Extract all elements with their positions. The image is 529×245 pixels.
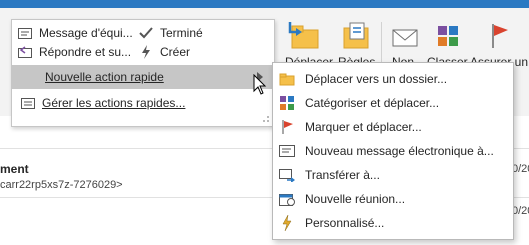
menu-item-label: Gérer les actions rapides... bbox=[42, 96, 186, 110]
list-item[interactable]: ment carr22rp5xs7z-7276029> bbox=[0, 162, 280, 196]
envelope-icon bbox=[392, 29, 418, 47]
flag-icon bbox=[492, 24, 508, 48]
submenu-item-label: Déplacer vers un dossier... bbox=[305, 72, 448, 86]
quick-step-label: Répondre et su... bbox=[39, 45, 132, 59]
new-message-icon bbox=[279, 143, 295, 159]
quick-step-termine[interactable]: Terminé bbox=[138, 24, 203, 42]
quick-step-creer[interactable]: Créer bbox=[138, 43, 190, 61]
submenu-item-marquer-deplacer[interactable]: Marquer et déplacer... bbox=[273, 115, 513, 139]
lightning-icon bbox=[279, 215, 295, 231]
checkmark-icon bbox=[138, 26, 154, 40]
menu-item-gerer-actions-rapides[interactable]: Gérer les actions rapides... bbox=[20, 94, 185, 112]
menu-item-label: Nouvelle action rapide bbox=[45, 70, 164, 84]
quick-step-label: Message d'équi... bbox=[39, 26, 133, 40]
menu-item-nouvelle-action-rapide[interactable]: Nouvelle action rapide bbox=[45, 68, 164, 86]
lightning-icon bbox=[138, 45, 154, 59]
manage-quick-steps-icon bbox=[20, 96, 36, 110]
quick-step-message-equipe[interactable]: Message d'équi... bbox=[17, 24, 133, 42]
message-date: 0/20 bbox=[512, 205, 529, 217]
submenu-item-personnalise[interactable]: Personnalisé... bbox=[273, 211, 513, 235]
meeting-icon bbox=[279, 191, 295, 207]
submenu-item-categoriser-deplacer[interactable]: Catégoriser et déplacer... bbox=[273, 91, 513, 115]
submenu-item-transferer[interactable]: Transférer à... bbox=[273, 163, 513, 187]
mouse-cursor-icon bbox=[253, 74, 267, 95]
submenu-item-label: Catégoriser et déplacer... bbox=[305, 96, 440, 110]
quick-step-label: Créer bbox=[160, 45, 191, 59]
submenu-item-label: Nouveau message électronique à... bbox=[305, 144, 494, 158]
submenu-item-label: Nouvelle réunion... bbox=[305, 192, 406, 206]
title-bar-strip bbox=[0, 0, 529, 8]
message-date: 0/20 bbox=[512, 163, 529, 175]
submenu-item-label: Personnalisé... bbox=[305, 216, 385, 230]
new-quick-step-submenu: Déplacer vers un dossier... Catégoriser … bbox=[272, 62, 514, 240]
reply-delete-icon bbox=[17, 45, 33, 59]
submenu-item-label: Transférer à... bbox=[305, 168, 380, 182]
folder-icon bbox=[279, 71, 295, 87]
submenu-item-deplacer-dossier[interactable]: Déplacer vers un dossier... bbox=[273, 67, 513, 91]
quick-steps-panel: Message d'équi... Terminé Répondre et su… bbox=[11, 19, 275, 127]
submenu-item-nouvelle-reunion[interactable]: Nouvelle réunion... bbox=[273, 187, 513, 211]
quick-step-label: Terminé bbox=[160, 26, 203, 40]
submenu-item-label: Marquer et déplacer... bbox=[305, 120, 422, 134]
forward-icon bbox=[279, 167, 295, 183]
rules-icon bbox=[343, 22, 369, 49]
categorize-icon bbox=[279, 95, 295, 111]
submenu-item-nouveau-message[interactable]: Nouveau message électronique à... bbox=[273, 139, 513, 163]
categorize-icon bbox=[438, 26, 458, 46]
resize-grip-icon bbox=[263, 116, 269, 122]
message-subject: ment bbox=[0, 162, 29, 176]
message-icon bbox=[17, 26, 33, 40]
flag-icon bbox=[279, 119, 295, 135]
move-folder-icon bbox=[288, 22, 319, 49]
message-preview: carr22rp5xs7z-7276029> bbox=[0, 179, 123, 191]
quick-step-repondre[interactable]: Répondre et su... bbox=[17, 43, 131, 61]
